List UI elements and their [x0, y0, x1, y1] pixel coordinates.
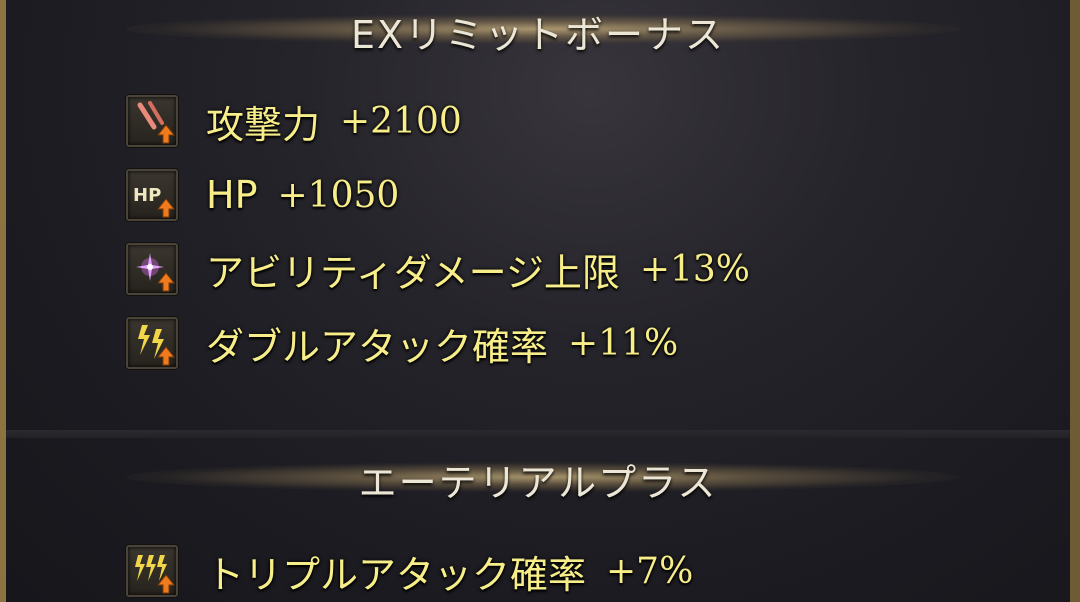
section-divider [6, 430, 1070, 438]
list-item-hp: HP HP +1050 [126, 167, 399, 223]
bonus-panel: EXリミットボーナス 攻撃力 +2100 HP HP +1050 アビリティダメ… [6, 0, 1070, 602]
svg-text:HP: HP [133, 185, 161, 206]
item-value: +13% [639, 248, 751, 290]
section-title: EXリミットボーナス [350, 13, 726, 57]
item-value: +7% [606, 550, 694, 592]
item-value: +1050 [277, 174, 400, 216]
section-header-ethereal-plus: エーテリアルプラス [6, 448, 1070, 508]
item-value: +11% [568, 322, 679, 364]
item-label: トリプルアタック確率 [206, 552, 587, 597]
section-title: エーテリアルプラス [358, 461, 718, 505]
item-value: +2100 [340, 100, 462, 142]
list-item-triple-attack: トリプルアタック確率 +7% [126, 543, 693, 599]
item-label: ダブルアタック確率 [206, 324, 549, 369]
item-label: 攻撃力 [206, 102, 321, 147]
section-header-ex-limit: EXリミットボーナス [6, 0, 1070, 60]
item-label: HP [206, 173, 258, 217]
list-item-ability-damage-cap: アビリティダメージ上限 +13% [126, 241, 750, 297]
item-label: アビリティダメージ上限 [206, 250, 620, 295]
double-attack-up-icon [126, 317, 178, 369]
hp-up-icon: HP [126, 169, 178, 221]
list-item-double-attack: ダブルアタック確率 +11% [126, 315, 678, 371]
triple-attack-up-icon [126, 545, 178, 597]
sparkle-up-icon [126, 243, 178, 295]
list-item-attack: 攻撃力 +2100 [126, 93, 462, 149]
sword-up-icon [126, 95, 178, 147]
